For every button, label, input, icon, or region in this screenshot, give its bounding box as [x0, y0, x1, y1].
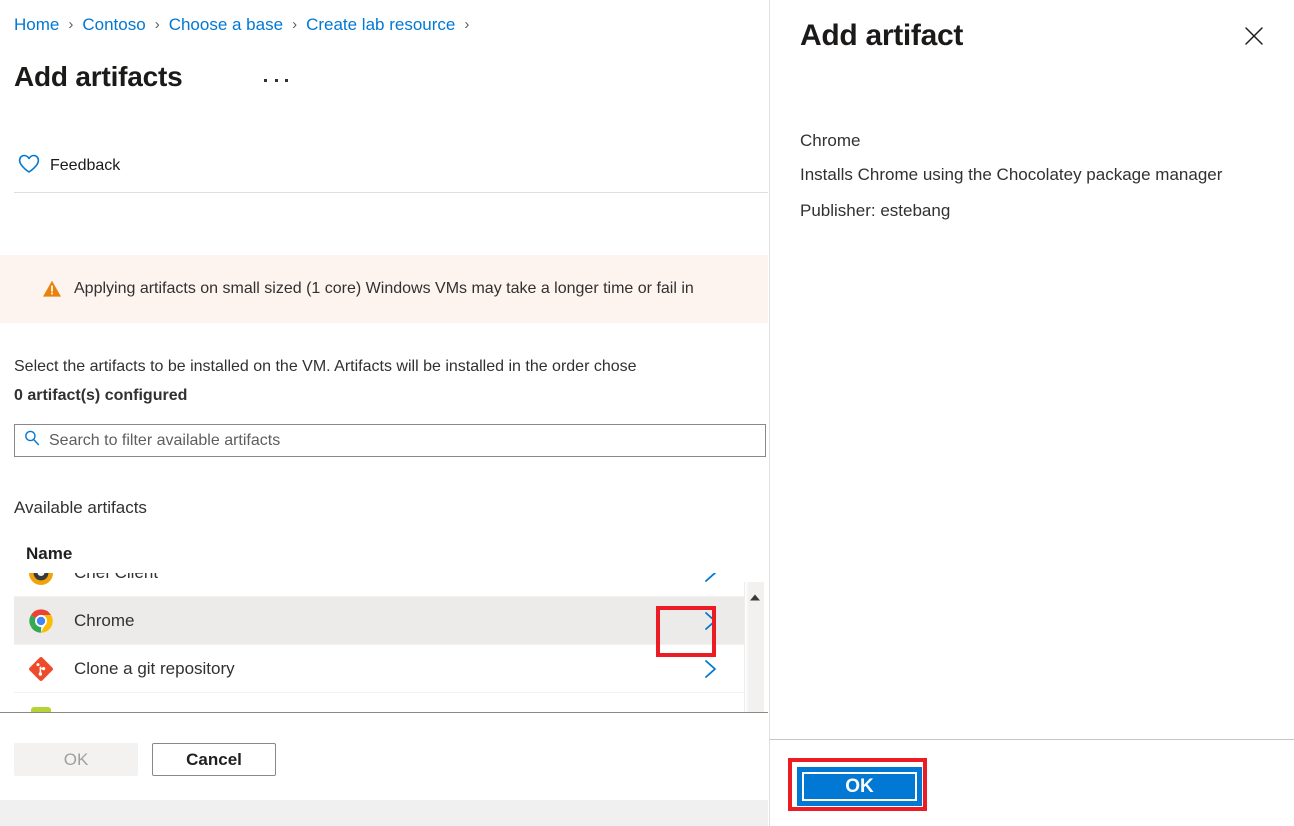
feedback-button[interactable]: Feedback: [14, 152, 124, 181]
chef-client-icon: [27, 573, 55, 587]
breadcrumb-separator-icon: ›: [464, 16, 470, 33]
available-artifacts-list: Chef Client: [14, 573, 766, 712]
artifact-list-bottom-rule: [0, 712, 768, 713]
caret-up-icon[interactable]: [749, 589, 761, 601]
available-artifacts-label: Available artifacts: [14, 498, 147, 517]
ok-button[interactable]: OK: [14, 743, 138, 776]
breadcrumb-item-contoso[interactable]: Contoso: [82, 15, 145, 35]
panel-title: Add artifact: [800, 19, 964, 52]
artifact-list-scrollbar[interactable]: [744, 582, 764, 712]
command-bar: Feedback: [14, 150, 124, 182]
breadcrumb-item-create-lab-resource[interactable]: Create lab resource: [306, 15, 455, 35]
list-item[interactable]: [14, 693, 745, 712]
panel-footer-divider: [770, 739, 1294, 740]
list-item[interactable]: Chef Client: [14, 573, 745, 597]
git-icon: [27, 655, 55, 683]
breadcrumb-item-home[interactable]: Home: [14, 15, 59, 35]
list-item[interactable]: Chrome: [14, 597, 745, 645]
list-item[interactable]: Clone a git repository: [14, 645, 745, 693]
panel-ok-annotation-box: OK: [788, 758, 927, 811]
panel-artifact-publisher: Publisher: estebang: [800, 201, 951, 220]
list-item-label: Clone a git repository: [74, 658, 235, 678]
heart-icon: [18, 154, 40, 179]
bottom-strip: [0, 800, 768, 826]
partial-icon: [27, 703, 55, 712]
artifacts-description: Select the artifacts to be installed on …: [14, 358, 637, 375]
list-item-label: Chef Client: [74, 573, 158, 584]
breadcrumb-separator-icon: ›: [68, 16, 74, 33]
breadcrumb-separator-icon: ›: [154, 16, 160, 33]
cancel-button[interactable]: Cancel: [152, 743, 276, 776]
close-icon[interactable]: [1240, 22, 1268, 50]
configured-artifacts-count: 0 artifact(s) configured: [14, 387, 188, 404]
blade-footer: OK Cancel: [14, 743, 276, 776]
breadcrumb: Home › Contoso › Choose a base › Create …: [14, 15, 478, 35]
azure-portal-screen: Home › Contoso › Choose a base › Create …: [0, 0, 1294, 826]
warning-message: Applying artifacts on small sized (1 cor…: [74, 280, 694, 297]
chrome-icon: [27, 607, 55, 635]
chevron-right-icon[interactable]: [699, 610, 721, 632]
feedback-label: Feedback: [50, 157, 121, 174]
panel-ok-label: OK: [845, 775, 874, 797]
warning-banner: Applying artifacts on small sized (1 cor…: [0, 255, 768, 323]
panel-body: Chrome Installs Chrome using the Chocola…: [800, 128, 1280, 224]
add-artifact-panel: Add artifact Chrome Installs Chrome usin…: [769, 0, 1294, 826]
more-options-ellipsis-icon[interactable]: [264, 70, 288, 90]
breadcrumb-separator-icon: ›: [292, 16, 298, 33]
column-header-name: Name: [26, 544, 73, 563]
chevron-right-icon[interactable]: [699, 658, 721, 680]
add-artifacts-blade: Home › Contoso › Choose a base › Create …: [0, 0, 768, 826]
command-bar-divider: [14, 192, 768, 193]
chevron-right-icon[interactable]: [699, 573, 721, 584]
search-artifacts-box[interactable]: [14, 424, 766, 457]
panel-ok-button[interactable]: OK: [797, 767, 922, 806]
warning-triangle-icon: [42, 279, 62, 299]
panel-artifact-description: Installs Chrome using the Chocolatey pac…: [800, 165, 1223, 184]
search-input[interactable]: [49, 426, 739, 455]
list-item-label: Chrome: [74, 610, 135, 630]
breadcrumb-item-choose-a-base[interactable]: Choose a base: [169, 15, 283, 35]
page-title: Add artifacts: [14, 61, 183, 92]
search-icon: [23, 429, 41, 452]
panel-artifact-name: Chrome: [800, 131, 861, 150]
